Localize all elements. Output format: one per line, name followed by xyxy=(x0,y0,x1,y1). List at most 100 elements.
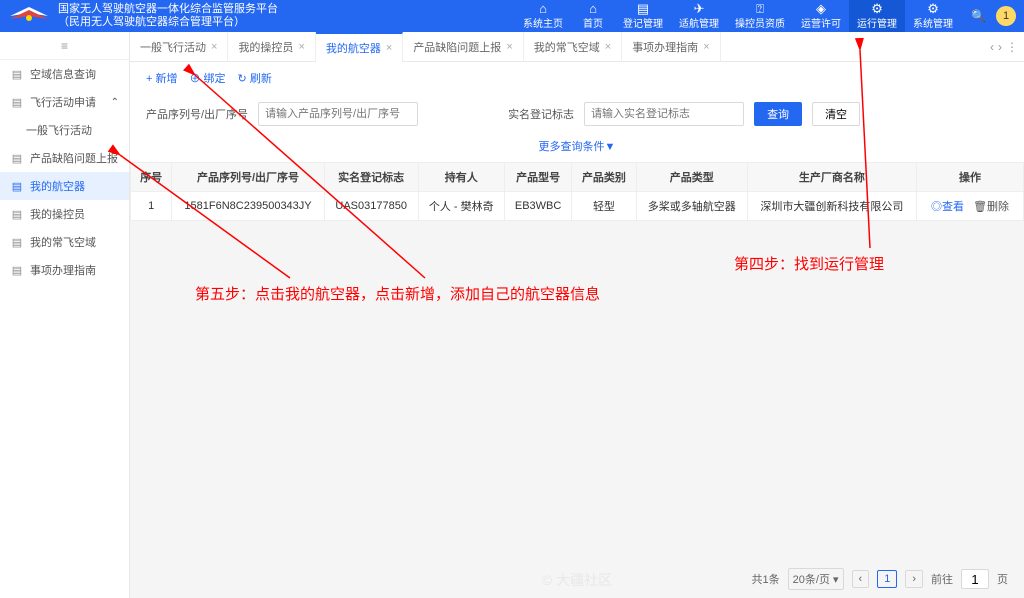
reg-input[interactable] xyxy=(584,102,744,126)
tab-more-icon[interactable]: ⋮ xyxy=(1006,40,1018,54)
clear-button[interactable]: 清空 xyxy=(812,102,860,126)
tab-defect-report[interactable]: 产品缺陷问题上报× xyxy=(403,32,523,62)
th-seq: 序号 xyxy=(131,163,172,192)
close-icon[interactable]: × xyxy=(298,41,304,53)
license-icon: ◈ xyxy=(816,2,826,15)
cell-holder: 个人 - 樊林奇 xyxy=(418,192,505,221)
th-model: 产品型号 xyxy=(505,163,572,192)
cell-serial: 1581F6N8C239500343JY xyxy=(172,192,325,221)
search-icon[interactable]: 🔍 xyxy=(971,9,986,23)
tab-my-airspace[interactable]: 我的常飞空域× xyxy=(524,32,622,62)
list-icon: ▤ xyxy=(10,208,24,221)
view-link[interactable]: ◎查看 xyxy=(931,201,964,213)
cell-reg: UAS03177850 xyxy=(324,192,418,221)
sidebar-item-my-operators[interactable]: ▤我的操控员 xyxy=(0,200,129,228)
close-icon[interactable]: × xyxy=(703,41,709,53)
plane-icon: ✈ xyxy=(694,2,705,15)
pagination: 共1条 20条/页 ▾ ‹ 1 › 前往 页 xyxy=(752,568,1008,590)
query-button[interactable]: 查询 xyxy=(754,102,802,126)
sidebar-item-guide[interactable]: ▤事项办理指南 xyxy=(0,256,129,284)
nav-operation-management[interactable]: ⚙运行管理 xyxy=(849,0,905,32)
more-conditions-toggle[interactable]: 更多查询条件▼ xyxy=(130,134,1024,162)
nav-menu: ⌂系统主页 ⌂首页 ▤登记管理 ✈适航管理 ⍰操控员资质 ◈运营许可 ⚙运行管理… xyxy=(515,0,961,32)
nav-operation-license[interactable]: ◈运营许可 xyxy=(793,0,849,32)
cell-manufacturer: 深圳市大疆创新科技有限公司 xyxy=(747,192,916,221)
tab-next-icon[interactable]: › xyxy=(998,40,1002,54)
goto-label: 前往 xyxy=(931,571,953,587)
page-suffix: 页 xyxy=(997,571,1008,587)
watermark: © 大疆社区 xyxy=(542,570,612,590)
nav-registration[interactable]: ▤登记管理 xyxy=(615,0,671,32)
close-icon[interactable]: × xyxy=(506,41,512,53)
list-icon: ▤ xyxy=(10,264,24,277)
th-reg: 实名登记标志 xyxy=(324,163,418,192)
sidebar-item-my-airspace[interactable]: ▤我的常飞空域 xyxy=(0,228,129,256)
chevron-up-icon: ⌃ xyxy=(111,97,119,108)
nav-operator-qualification[interactable]: ⍰操控员资质 xyxy=(727,0,793,32)
page-size-select[interactable]: 20条/页 ▾ xyxy=(788,568,844,590)
logo-area: 国家无人驾驶航空器一体化综合监管服务平台 （民用无人驾驶航空器综合管理平台） xyxy=(8,3,278,29)
serial-input[interactable] xyxy=(258,102,418,126)
prev-page-button[interactable]: ‹ xyxy=(852,570,870,588)
table-header-row: 序号 产品序列号/出厂序号 实名登记标志 持有人 产品型号 产品类别 产品类型 … xyxy=(131,163,1024,192)
home-icon: ⌂ xyxy=(589,2,597,15)
tab-prev-icon[interactable]: ‹ xyxy=(990,40,994,54)
main-layout: ≡ ▤空域信息查询 ▤飞行活动申请⌃ 一般飞行活动 ▤产品缺陷问题上报 ▤我的航… xyxy=(0,32,1024,598)
goto-page-input[interactable] xyxy=(961,569,989,589)
tab-guide[interactable]: 事项办理指南× xyxy=(622,32,720,62)
bind-button[interactable]: ⊕ 绑定 xyxy=(189,70,225,86)
close-icon[interactable]: × xyxy=(211,41,217,53)
list-icon: ▤ xyxy=(10,152,24,165)
close-icon[interactable]: × xyxy=(386,42,392,54)
sidebar-item-general-flight[interactable]: 一般飞行活动 xyxy=(0,116,129,144)
nav-system-home[interactable]: ⌂系统主页 xyxy=(515,0,571,32)
table-row: 1 1581F6N8C239500343JY UAS03177850 个人 - … xyxy=(131,192,1024,221)
add-button[interactable]: + 新增 xyxy=(146,70,177,86)
tab-my-aircraft[interactable]: 我的航空器× xyxy=(316,32,403,62)
tabs-bar: 一般飞行活动× 我的操控员× 我的航空器× 产品缺陷问题上报× 我的常飞空域× … xyxy=(130,32,1024,62)
tab-general-flight[interactable]: 一般飞行活动× xyxy=(130,32,228,62)
th-type: 产品类型 xyxy=(636,163,747,192)
page-1-button[interactable]: 1 xyxy=(877,570,897,588)
nav-airworthiness[interactable]: ✈适航管理 xyxy=(671,0,727,32)
th-holder: 持有人 xyxy=(418,163,505,192)
title-line1: 国家无人驾驶航空器一体化综合监管服务平台 xyxy=(58,3,278,16)
sidebar-item-airspace-info[interactable]: ▤空域信息查询 xyxy=(0,60,129,88)
cell-seq: 1 xyxy=(131,192,172,221)
tab-my-operators[interactable]: 我的操控员× xyxy=(228,32,315,62)
sidebar-item-defect-report[interactable]: ▤产品缺陷问题上报 xyxy=(0,144,129,172)
sidebar-item-my-aircraft[interactable]: ▤我的航空器 xyxy=(0,172,129,200)
sidebar-collapse-button[interactable]: ≡ xyxy=(0,32,129,60)
search-row: 产品序列号/出厂序号 实名登记标志 查询 清空 xyxy=(130,94,1024,134)
cell-type: 多桨或多轴航空器 xyxy=(636,192,747,221)
serial-label: 产品序列号/出厂序号 xyxy=(146,106,248,122)
refresh-button[interactable]: ↻ 刷新 xyxy=(238,70,272,86)
nav-system-management[interactable]: ⚙系统管理 xyxy=(905,0,961,32)
delete-link[interactable]: 🗑删除 xyxy=(973,201,1009,213)
settings-icon: ⚙ xyxy=(927,2,939,15)
sidebar: ≡ ▤空域信息查询 ▤飞行活动申请⌃ 一般飞行活动 ▤产品缺陷问题上报 ▤我的航… xyxy=(0,32,130,598)
th-manufacturer: 生产厂商名称 xyxy=(747,163,916,192)
th-operations: 操作 xyxy=(917,163,1024,192)
th-category: 产品类别 xyxy=(572,163,637,192)
nav-home[interactable]: ⌂首页 xyxy=(571,0,615,32)
top-header: 国家无人驾驶航空器一体化综合监管服务平台 （民用无人驾驶航空器综合管理平台） ⌂… xyxy=(0,0,1024,32)
list-icon: ▤ xyxy=(10,96,24,109)
monitor-icon: ⌂ xyxy=(539,2,547,15)
cell-category: 轻型 xyxy=(572,192,637,221)
sidebar-item-flight-apply[interactable]: ▤飞行活动申请⌃ xyxy=(0,88,129,116)
logo-icon xyxy=(8,4,50,28)
total-count: 共1条 xyxy=(752,571,780,587)
cell-operations: ◎查看 🗑删除 xyxy=(917,192,1024,221)
header-right: 🔍 1 xyxy=(961,6,1016,26)
qualification-icon: ⍰ xyxy=(756,2,764,15)
close-icon[interactable]: × xyxy=(605,41,611,53)
register-icon: ▤ xyxy=(637,2,649,15)
toolbar: + 新增 ⊕ 绑定 ↻ 刷新 xyxy=(130,62,1024,94)
content-area: 一般飞行活动× 我的操控员× 我的航空器× 产品缺陷问题上报× 我的常飞空域× … xyxy=(130,32,1024,598)
app-title: 国家无人驾驶航空器一体化综合监管服务平台 （民用无人驾驶航空器综合管理平台） xyxy=(58,3,278,29)
data-table: 序号 产品序列号/出厂序号 实名登记标志 持有人 产品型号 产品类别 产品类型 … xyxy=(130,162,1024,221)
avatar[interactable]: 1 xyxy=(996,6,1016,26)
reg-label: 实名登记标志 xyxy=(508,106,574,122)
next-page-button[interactable]: › xyxy=(905,570,923,588)
